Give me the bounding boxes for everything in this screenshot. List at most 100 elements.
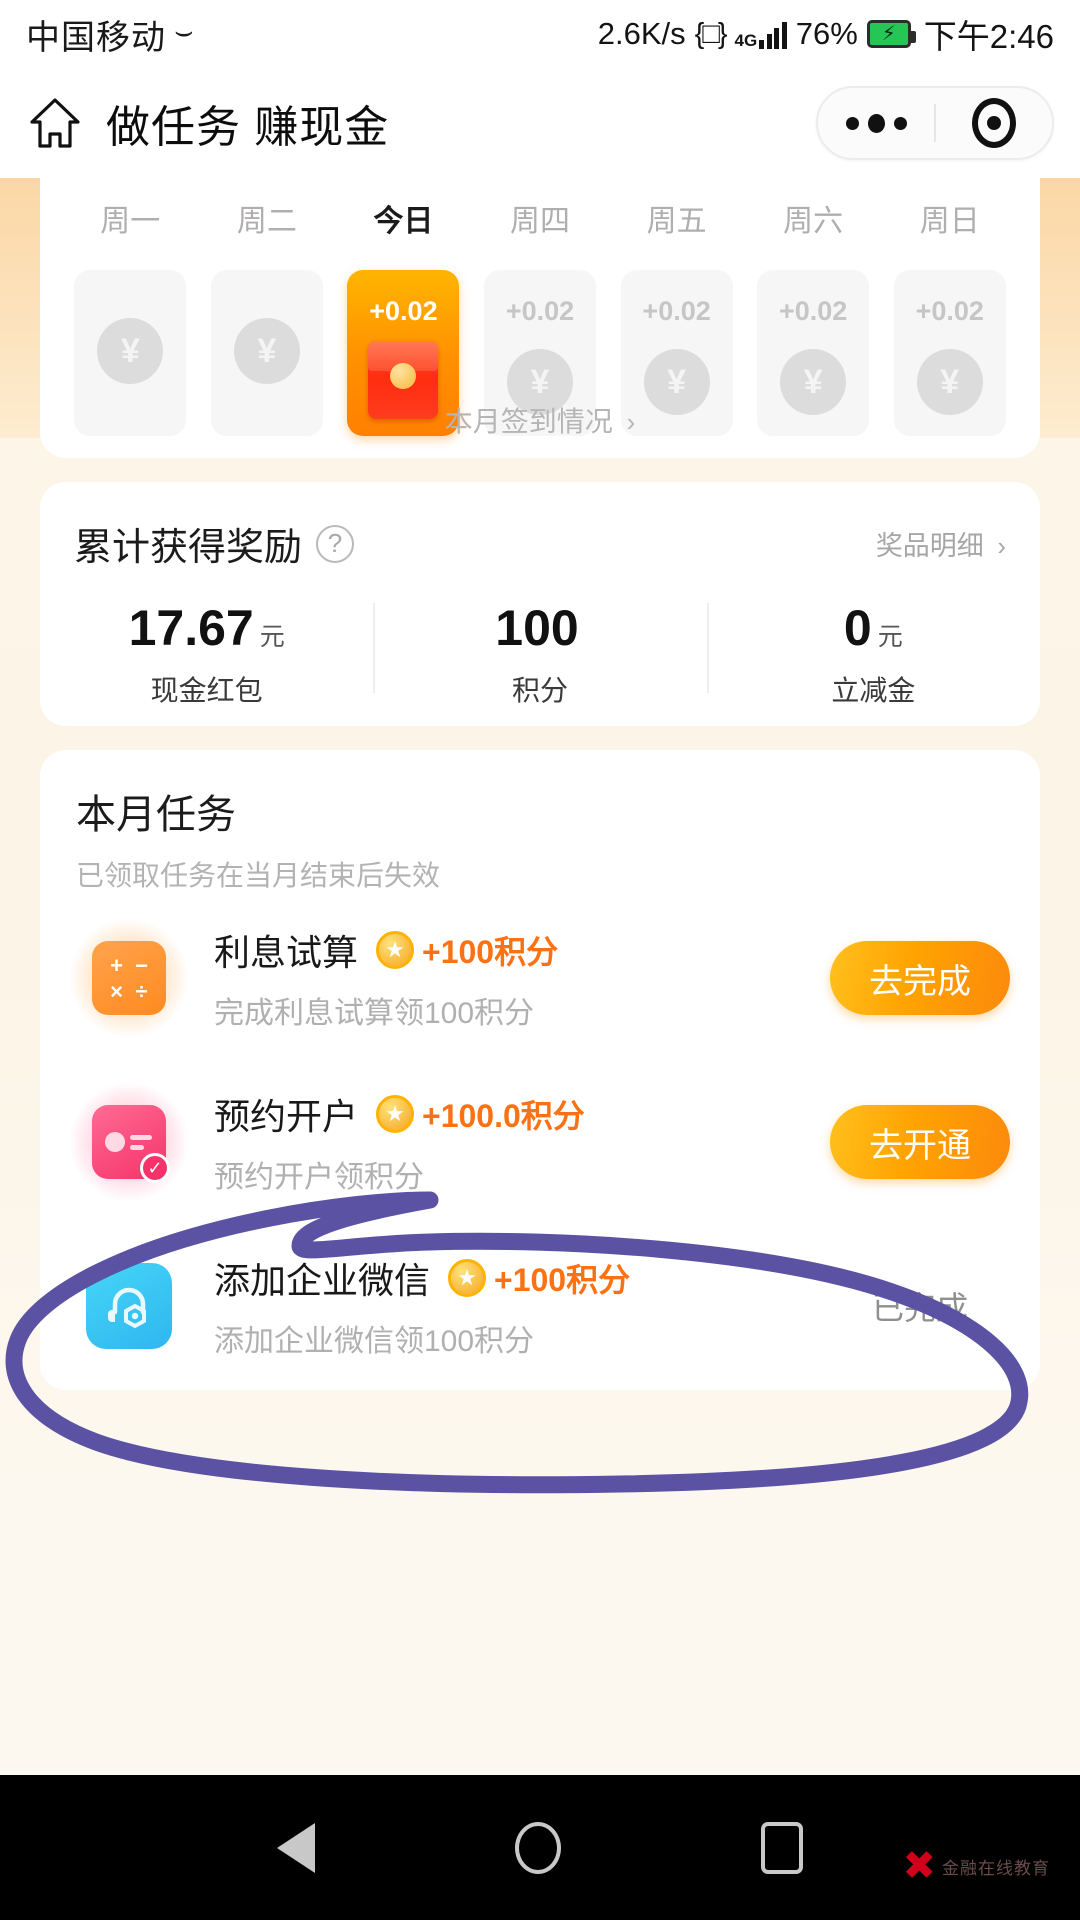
vibrate-icon: {□} [694, 17, 728, 50]
signin-day-amount: +0.02 [779, 296, 848, 326]
task-row-interest-calc[interactable]: + − × ÷ 利息试算 ★ +100积分 完成利息试算领100积分 去完成 [40, 898, 1040, 1058]
stat-unit: 元 [259, 623, 285, 651]
task-row-open-account[interactable]: ✓ 预约开户 ★ +100.0积分 预约开户领积分 去开通 [40, 1062, 1040, 1222]
task-title-row: 预约开户 ★ +100.0积分 [214, 1088, 830, 1140]
person-glyph [105, 1132, 125, 1152]
calc-plus: + [110, 953, 123, 978]
stat-value: 0元 [707, 599, 1040, 657]
rewards-card: 累计获得奖励 ? 奖品明细 › 17.67 元 现金红包 100 积分 0 元 … [40, 482, 1040, 726]
points-coin-icon: ★ [448, 1259, 487, 1297]
watermark-logo-icon: ✖ [902, 1844, 935, 1888]
card-lines-glyph [130, 1134, 152, 1150]
close-miniprogram-button[interactable] [936, 98, 1052, 148]
more-menu-button[interactable] [818, 113, 934, 133]
task-status-label: 已完成 [871, 1290, 968, 1326]
calc-divide: ÷ [135, 979, 148, 1004]
signin-day-label: 周一 [100, 205, 161, 238]
task-points: +100积分 [422, 934, 559, 970]
signal-bars-icon [759, 19, 787, 49]
task-icon-wrap: ✓ [70, 1083, 188, 1201]
status-bar-right: 2.6K/s {□} 4G 76% ⚡ 下午2:46 [598, 10, 1054, 58]
miniprogram-capsule[interactable] [816, 86, 1054, 160]
task-description: 预约开户领积分 [214, 1161, 424, 1194]
chevron-right-icon: › [626, 407, 636, 437]
status-bar: 中国移动 ⌣ 2.6K/s {□} 4G 76% ⚡ 下午2:46 [0, 0, 1080, 68]
calculator-symbols: + − × ÷ [104, 953, 154, 1004]
stat-voucher: 0元 立减金 [706, 599, 1040, 709]
month-signin-label: 本月签到情况 [444, 406, 613, 437]
ellipsis-icon [845, 113, 907, 133]
points-coin-icon: ★ [376, 931, 415, 969]
task-description: 完成利息试算领100积分 [214, 997, 535, 1030]
title-bar: 做任务 赚现金 [0, 68, 1080, 178]
home-circle-icon[interactable] [515, 1821, 561, 1874]
clock-label: 下午2:46 [923, 18, 1054, 55]
battery-percent-label: 76% [795, 16, 858, 51]
stat-label: 立减金 [831, 675, 916, 706]
stat-number: 17.67 [128, 600, 254, 656]
chevron-right-icon: › [997, 531, 1006, 561]
battery-charging-icon: ⚡ [866, 20, 916, 48]
signin-day-amount: +0.02 [369, 296, 438, 326]
tasks-card: 本月任务 已领取任务在当月结束后失效 + − × ÷ 利息试算 ★ +100积分… [40, 750, 1040, 1390]
stat-value: 100 [373, 599, 706, 657]
points-coin-icon: ★ [376, 1095, 415, 1133]
month-signin-link[interactable]: 本月签到情况 › [40, 400, 1040, 440]
signin-day-amount: +0.02 [915, 296, 984, 326]
signin-day-label: 今日 [373, 205, 434, 238]
signal-group: 4G [735, 19, 787, 49]
signin-card: 周一 ¥ 周二 ¥ 今日 +0.02 周四 +0.02 ¥ 周五 +0.02 ¥… [40, 178, 1040, 458]
carrier-label: 中国移动 [26, 18, 166, 57]
headset-agent-glyph [86, 1263, 172, 1349]
left-gradient-edge [0, 178, 40, 438]
network-speed-label: 2.6K/s [597, 16, 686, 51]
calc-times: × [110, 979, 123, 1004]
calculator-icon: + − × ÷ [92, 941, 166, 1015]
tasks-subtitle: 已领取任务在当月结束后失效 [76, 860, 441, 891]
page-title: 做任务 赚现金 [106, 103, 390, 152]
wecom-service-icon [86, 1263, 172, 1349]
rewards-header: 累计获得奖励 ? 奖品明细 › [40, 482, 1040, 571]
check-badge-icon: ✓ [140, 1153, 170, 1183]
signin-day-label: 周四 [510, 205, 571, 238]
task-name: 添加企业微信 [214, 1260, 431, 1301]
system-nav-bar: ✖ 金融在线教育 [0, 1775, 1080, 1920]
stat-number: 100 [495, 600, 579, 656]
back-triangle-icon[interactable] [277, 1822, 315, 1873]
task-action-button[interactable]: 去开通 [830, 1105, 1010, 1179]
phone-screen: 中国移动 ⌣ 2.6K/s {□} 4G 76% ⚡ 下午2:46 做任务 赚现… [0, 0, 1080, 1920]
task-name: 利息试算 [214, 932, 359, 973]
right-gradient-edge [1040, 178, 1080, 438]
task-description: 添加企业微信领100积分 [214, 1325, 535, 1358]
help-icon[interactable]: ? [316, 524, 355, 563]
stat-value: 17.67 元 [40, 599, 373, 657]
task-icon-wrap: + − × ÷ [70, 919, 188, 1037]
status-bar-left: 中国移动 ⌣ [26, 10, 194, 59]
task-points: +100.0积分 [422, 1098, 585, 1134]
task-body: 添加企业微信 ★ +100积分 添加企业微信领100积分 [214, 1252, 830, 1360]
tasks-title: 本月任务 [76, 793, 236, 837]
task-title-row: 添加企业微信 ★ +100积分 [214, 1252, 830, 1304]
task-title-row: 利息试算 ★ +100积分 [214, 924, 830, 976]
calc-minus: − [135, 953, 148, 978]
call-forward-icon: ⌣ [174, 15, 194, 48]
signin-day-label: 周六 [783, 205, 844, 238]
home-icon[interactable] [26, 94, 84, 152]
network-type-icon: 4G [734, 31, 758, 50]
stat-label: 现金红包 [150, 675, 263, 706]
watermark: ✖ 金融在线教育 [902, 1846, 1050, 1886]
rewards-stats: 17.67 元 现金红包 100 积分 0元 立减金 [40, 599, 1040, 709]
signin-day-label: 周二 [236, 205, 297, 238]
rewards-title: 累计获得奖励 [74, 527, 303, 569]
stat-unit: 元 [877, 623, 903, 651]
signin-day-amount: +0.02 [505, 296, 575, 326]
task-action-button[interactable]: 去完成 [830, 941, 1010, 1015]
task-points: +100积分 [494, 1262, 631, 1298]
task-row-add-wecom[interactable]: 添加企业微信 ★ +100积分 添加企业微信领100积分 已完成 [40, 1226, 1040, 1386]
task-name: 预约开户 [214, 1096, 359, 1137]
id-card-icon: ✓ [92, 1105, 170, 1183]
prize-detail-label: 奖品明细 [875, 531, 984, 561]
yen-coin-icon: ¥ [97, 318, 164, 384]
recents-square-icon[interactable] [761, 1821, 803, 1874]
prize-detail-link[interactable]: 奖品明细 › [876, 524, 1006, 563]
